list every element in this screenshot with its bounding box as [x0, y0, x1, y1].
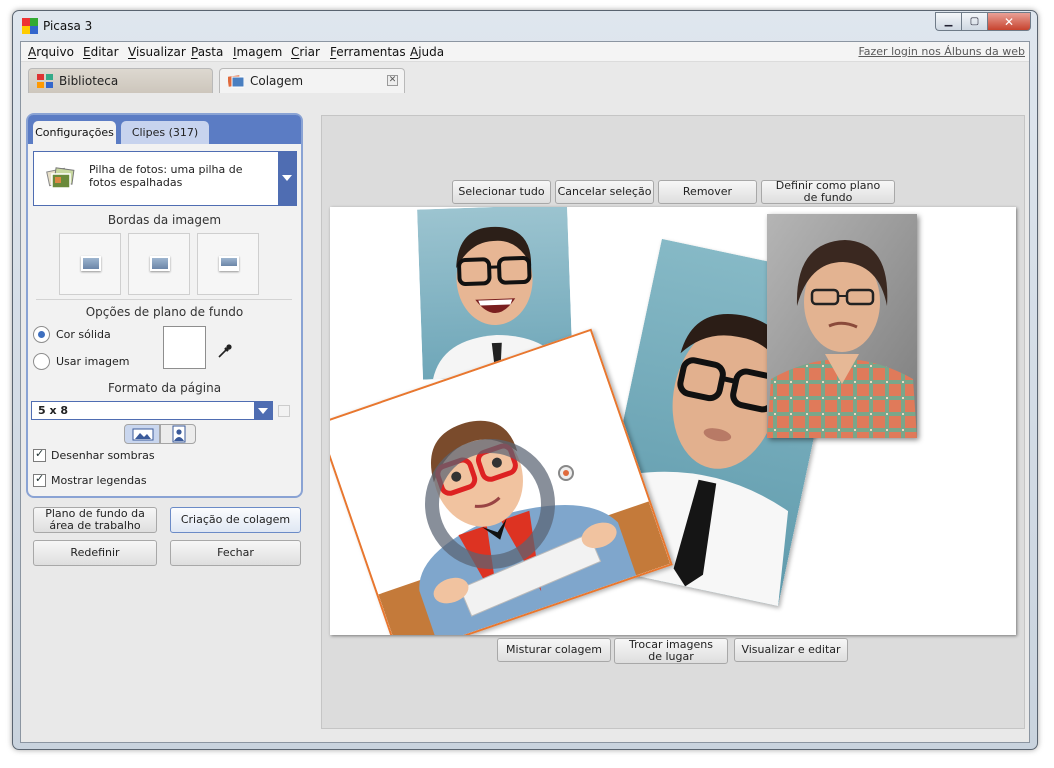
tab-settings[interactable]: Configurações: [33, 121, 116, 144]
library-grid-icon: [37, 74, 53, 88]
tab-library-label: Biblioteca: [59, 74, 119, 88]
create-collage-button[interactable]: Criação de colagem: [170, 507, 301, 533]
collage-type-label: Pilha de fotos: uma pilha de fotos espal…: [89, 163, 243, 189]
divider: [36, 299, 292, 300]
page-format-dropdown[interactable]: 5 x 8: [31, 401, 273, 420]
image-borders-heading: Bordas da imagem: [107, 213, 222, 227]
chevron-down-icon[interactable]: [278, 152, 296, 205]
portrait-icon: [172, 425, 186, 443]
menu-ajuda[interactable]: Ajuda: [410, 45, 444, 59]
select-all-button[interactable]: Selecionar tudo: [452, 180, 551, 204]
rotate-knob-icon[interactable]: [558, 465, 574, 481]
desktop-background-button[interactable]: Plano de fundo da área de trabalho: [33, 507, 157, 533]
border-preview-icon: [81, 256, 101, 271]
collage-workspace: Selecionar tudo Cancelar seleção Remover…: [321, 115, 1025, 729]
close-window-button[interactable]: ✕: [987, 12, 1031, 31]
border-option-polaroid[interactable]: [197, 233, 259, 295]
eyedropper-icon[interactable]: [217, 343, 233, 359]
collage-page[interactable]: [330, 207, 1016, 635]
panel-tab-strip: Configurações Clipes (317): [28, 115, 301, 144]
remove-button[interactable]: Remover: [658, 180, 757, 204]
landscape-toggle[interactable]: [124, 424, 160, 444]
collage-photo[interactable]: [767, 214, 917, 438]
collage-icon: [227, 74, 245, 88]
use-image-label: Usar imagem: [56, 354, 130, 368]
document-tab-bar: Biblioteca Colagem ✕: [21, 63, 1029, 93]
close-tab-icon[interactable]: ✕: [387, 75, 398, 86]
draw-shadows-label: Desenhar sombras: [51, 448, 155, 462]
tab-clips[interactable]: Clipes (317): [121, 121, 209, 144]
collage-type-dropdown[interactable]: Pilha de fotos: uma pilha de fotos espal…: [33, 151, 297, 206]
tab-collage[interactable]: Colagem ✕: [219, 68, 405, 93]
tab-library[interactable]: Biblioteca: [28, 68, 213, 93]
menu-ferramentas[interactable]: Ferramentas: [330, 45, 406, 59]
menu-criar[interactable]: Criar: [291, 45, 320, 59]
app-window: Picasa 3 ▁ ▢ ✕ Arquivo Editar Visualizar…: [12, 10, 1038, 750]
portrait-toggle[interactable]: [160, 424, 196, 444]
tab-collage-label: Colagem: [250, 74, 304, 88]
client-area: Arquivo Editar Visualizar Pasta Imagem C…: [20, 41, 1030, 743]
photo-pile-icon: [46, 165, 76, 191]
menu-editar[interactable]: Editar: [83, 45, 119, 59]
menu-visualizar[interactable]: Visualizar: [128, 45, 186, 59]
background-options-heading: Opções de plano de fundo: [85, 305, 244, 319]
border-preview-icon: [150, 256, 170, 271]
page-format-heading: Formato da página: [107, 381, 222, 395]
swap-images-button[interactable]: Trocar imagens de lugar: [614, 638, 728, 664]
solid-color-label: Cor sólida: [56, 327, 111, 341]
collage-settings-panel: Configurações Clipes (317) Pilha de foto…: [26, 113, 303, 498]
chevron-down-icon[interactable]: [254, 402, 272, 419]
window-title: Picasa 3: [43, 19, 93, 33]
use-image-option[interactable]: Usar imagem: [33, 352, 130, 370]
close-button[interactable]: Fechar: [170, 540, 301, 566]
background-color-swatch[interactable]: [163, 326, 206, 369]
set-as-background-button[interactable]: Definir como plano de fundo: [761, 180, 895, 204]
landscape-icon: [132, 428, 154, 441]
shuffle-collage-button[interactable]: Misturar colagem: [497, 638, 611, 662]
border-option-white[interactable]: [128, 233, 190, 295]
border-option-none[interactable]: [59, 233, 121, 295]
solid-color-radio[interactable]: [33, 325, 50, 343]
title-bar[interactable]: Picasa 3 ▁ ▢ ✕: [13, 11, 1037, 41]
solid-color-option[interactable]: Cor sólida: [33, 325, 111, 343]
view-and-edit-button[interactable]: Visualizar e editar: [734, 638, 848, 662]
menu-imagem[interactable]: Imagem: [233, 45, 282, 59]
maximize-button[interactable]: ▢: [961, 12, 987, 31]
picasa-icon: [22, 18, 38, 34]
use-image-radio[interactable]: [33, 352, 50, 370]
reset-button[interactable]: Redefinir: [33, 540, 157, 566]
menu-pasta[interactable]: Pasta: [191, 45, 223, 59]
rotation-handle[interactable]: [425, 439, 555, 569]
page-format-value: 5 x 8: [38, 404, 69, 417]
draw-shadows-option[interactable]: Desenhar sombras: [33, 447, 155, 463]
deselect-button[interactable]: Cancelar seleção: [555, 180, 654, 204]
minimize-button[interactable]: ▁: [935, 12, 961, 31]
show-captions-option[interactable]: Mostrar legendas: [33, 472, 147, 488]
draw-shadows-checkbox[interactable]: [33, 447, 46, 462]
web-albums-login-link[interactable]: Fazer login nos Álbuns da web: [858, 45, 1025, 58]
menu-bar: Arquivo Editar Visualizar Pasta Imagem C…: [21, 42, 1029, 62]
custom-format-icon[interactable]: [278, 405, 290, 417]
menu-arquivo[interactable]: Arquivo: [28, 45, 74, 59]
show-captions-checkbox[interactable]: [33, 472, 46, 487]
show-captions-label: Mostrar legendas: [51, 473, 147, 487]
border-preview-icon: [219, 256, 239, 271]
